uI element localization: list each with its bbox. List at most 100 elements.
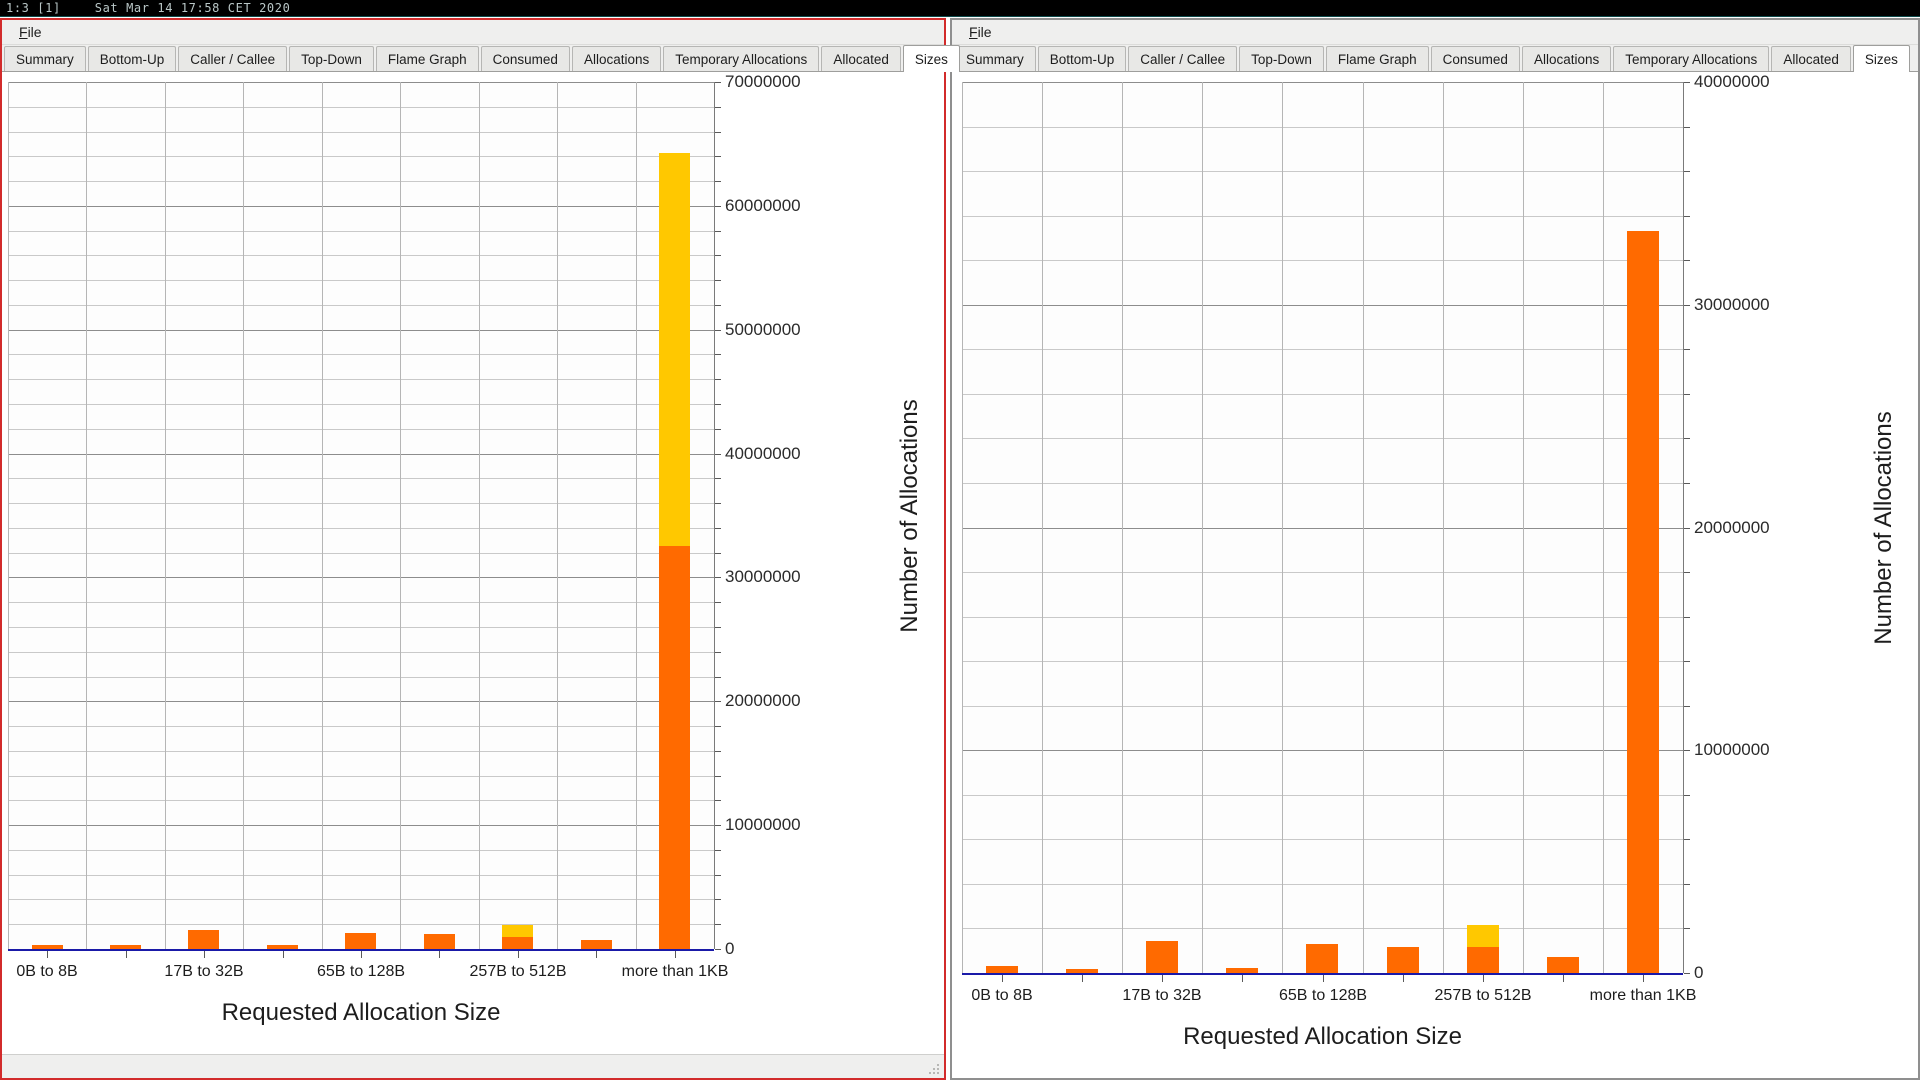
y-axis-tick bbox=[715, 874, 721, 876]
y-axis-tick bbox=[715, 280, 721, 282]
y-axis-tick-label: 0 bbox=[1694, 963, 1704, 982]
tab-allocated-right[interactable]: Allocated bbox=[1771, 46, 1851, 71]
gridline-vertical bbox=[1282, 82, 1283, 973]
gridline-horizontal bbox=[8, 156, 714, 157]
bar-5[interactable] bbox=[1387, 947, 1419, 973]
gridline-horizontal bbox=[8, 280, 714, 281]
wm-workspace-tag: 1:3 [1] bbox=[6, 1, 61, 15]
gridline-horizontal bbox=[962, 171, 1683, 172]
gridline-horizontal bbox=[8, 82, 714, 83]
tabbar-right[interactable]: Summary Bottom-Up Caller / Callee Top-Down F… bbox=[952, 45, 1918, 72]
tabbar-left[interactable]: Summary Bottom-Up Caller / Callee Top-Down F… bbox=[2, 45, 960, 72]
x-axis-tick bbox=[518, 951, 519, 958]
tab-caller-callee-left[interactable]: Caller / Callee bbox=[178, 46, 288, 71]
y-axis-tick bbox=[715, 775, 721, 777]
bar-2[interactable] bbox=[1146, 940, 1178, 973]
resize-grip-icon-left[interactable] bbox=[929, 1064, 940, 1075]
gridline-horizontal bbox=[8, 404, 714, 405]
tab-sizes-left[interactable]: Sizes bbox=[902, 45, 960, 72]
y-axis-tick bbox=[715, 503, 721, 505]
gridline-horizontal bbox=[8, 577, 714, 578]
y-axis-tick-label: 10000000 bbox=[1694, 740, 1770, 760]
x-axis-tick-label: 0B to 8B bbox=[971, 987, 1033, 1004]
bar-5[interactable] bbox=[424, 934, 455, 949]
bar-segment-orange bbox=[188, 930, 219, 949]
gridline-horizontal bbox=[8, 354, 714, 355]
y-axis-tick bbox=[1684, 705, 1690, 707]
menu-file-left[interactable]: File bbox=[14, 22, 47, 42]
bar-4[interactable] bbox=[345, 932, 376, 949]
gridline-horizontal bbox=[8, 206, 714, 207]
bar-segment-orange bbox=[1627, 231, 1659, 973]
gridline-horizontal bbox=[8, 602, 714, 603]
gridline-horizontal bbox=[962, 572, 1683, 573]
y-axis-tick bbox=[715, 676, 721, 678]
y-axis-tick bbox=[715, 924, 721, 926]
gridline-horizontal bbox=[8, 899, 714, 900]
plot-area bbox=[962, 82, 1684, 974]
y-axis-tick bbox=[715, 726, 721, 728]
menu-file-right[interactable]: File bbox=[964, 22, 997, 42]
gridline-horizontal bbox=[8, 132, 714, 133]
y-axis-tick bbox=[715, 949, 721, 950]
tab-summary-right[interactable]: Summary bbox=[954, 46, 1036, 71]
bar-8[interactable] bbox=[659, 152, 690, 949]
heaptrack-window-right[interactable]: File Summary Bottom-Up Caller / Callee Top-… bbox=[950, 18, 1920, 1080]
bar-4[interactable] bbox=[1306, 944, 1338, 973]
tab-bottom-up-left[interactable]: Bottom-Up bbox=[87, 46, 177, 71]
bar-7[interactable] bbox=[581, 940, 612, 949]
x-axis-tick bbox=[283, 951, 284, 958]
bar-6[interactable] bbox=[1467, 925, 1499, 973]
tab-caller-callee-right[interactable]: Caller / Callee bbox=[1128, 46, 1238, 71]
tab-flame-graph-right[interactable]: Flame Graph bbox=[1325, 46, 1429, 71]
gridline-horizontal bbox=[962, 305, 1683, 306]
y-axis-tick bbox=[715, 478, 721, 480]
gridline-horizontal bbox=[8, 231, 714, 232]
y-axis-tick bbox=[715, 701, 721, 703]
bar-2[interactable] bbox=[188, 930, 219, 949]
gridline-vertical bbox=[1603, 82, 1604, 973]
menubar-right[interactable]: File bbox=[952, 20, 1918, 45]
gridline-vertical bbox=[1523, 82, 1524, 973]
bar-6[interactable] bbox=[502, 925, 533, 949]
tab-top-down-left[interactable]: Top-Down bbox=[289, 46, 374, 71]
tab-allocations-left[interactable]: Allocations bbox=[571, 46, 662, 71]
menubar-left[interactable]: File bbox=[2, 20, 944, 45]
tab-consumed-left[interactable]: Consumed bbox=[480, 46, 570, 71]
heaptrack-window-left[interactable]: File Summary Bottom-Up Caller / Callee Top-… bbox=[0, 18, 960, 1080]
tab-top-down-right[interactable]: Top-Down bbox=[1239, 46, 1324, 71]
bar-segment-orange bbox=[1146, 940, 1178, 973]
tab-summary-left[interactable]: Summary bbox=[4, 46, 86, 71]
tab-allocations-right[interactable]: Allocations bbox=[1521, 46, 1612, 71]
y-axis-tick-label: 30000000 bbox=[1694, 294, 1770, 314]
bar-7[interactable] bbox=[1547, 957, 1579, 973]
gridline-horizontal bbox=[8, 553, 714, 554]
bar-8[interactable] bbox=[1627, 231, 1659, 973]
gridline-horizontal bbox=[8, 627, 714, 628]
y-axis-tick bbox=[1684, 794, 1690, 796]
gridline-horizontal bbox=[962, 127, 1683, 128]
tab-temporary-allocations-right[interactable]: Temporary Allocations bbox=[1613, 46, 1770, 71]
y-axis-tick bbox=[715, 255, 721, 257]
y-axis-tick bbox=[715, 354, 721, 356]
gridline-vertical bbox=[243, 82, 244, 949]
tab-sizes-right[interactable]: Sizes bbox=[1852, 45, 1910, 72]
y-axis-tick bbox=[715, 82, 721, 83]
tab-flame-graph-left[interactable]: Flame Graph bbox=[375, 46, 479, 71]
y-axis-tick-label: 60000000 bbox=[725, 195, 801, 215]
gridline-horizontal bbox=[8, 825, 714, 826]
tab-bottom-up-right[interactable]: Bottom-Up bbox=[1037, 46, 1127, 71]
y-axis-tick bbox=[715, 602, 721, 604]
tab-consumed-right[interactable]: Consumed bbox=[1430, 46, 1520, 71]
y-axis-tick bbox=[1684, 616, 1690, 618]
x-axis-tick bbox=[1563, 975, 1564, 982]
x-axis-tick-label: 257B to 512B bbox=[1434, 987, 1532, 1004]
tab-temporary-allocations-left[interactable]: Temporary Allocations bbox=[663, 46, 820, 71]
y-axis-tick bbox=[715, 552, 721, 554]
x-axis-tick bbox=[596, 951, 597, 958]
tab-allocated-left[interactable]: Allocated bbox=[821, 46, 901, 71]
y-axis-tick-label: 20000000 bbox=[725, 691, 801, 711]
y-axis-tick-label: 10000000 bbox=[725, 815, 801, 835]
bar-0[interactable] bbox=[986, 965, 1018, 973]
y-axis-tick bbox=[715, 577, 721, 579]
